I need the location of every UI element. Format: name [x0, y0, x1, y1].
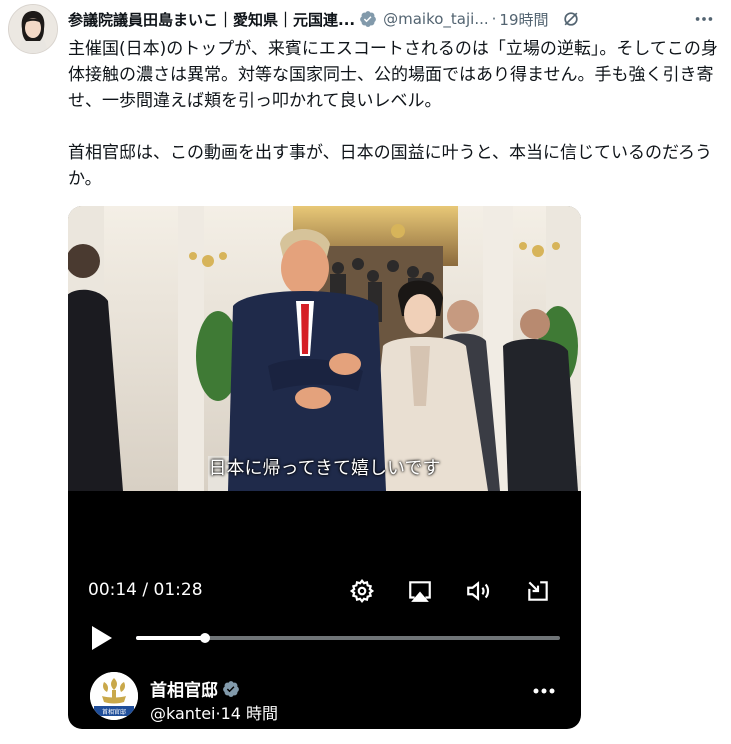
video-subtitle: 日本に帰ってきて嬉しいです [208, 458, 441, 479]
channel-handle[interactable]: @kantei [150, 704, 216, 723]
author-name[interactable]: 参議院議員田島まいこ｜愛知県｜元国連... [68, 9, 355, 30]
author-handle[interactable]: @maiko_taji... [383, 10, 489, 28]
duration: 01:28 [153, 580, 203, 600]
channel-verified-badge-icon [223, 680, 239, 697]
channel-name[interactable]: 首相官邸 [150, 676, 218, 701]
channel-meta: @kantei·14 時間 [150, 700, 278, 724]
channel-name-row: 首相官邸 [150, 676, 240, 701]
author-avatar[interactable] [8, 4, 58, 54]
play-icon[interactable] [90, 624, 114, 652]
settings-icon[interactable] [349, 578, 375, 604]
video-timecode: 00:14 / 01:28 [88, 580, 203, 600]
current-time: 00:14 [88, 580, 137, 600]
post-time[interactable]: 19時間 [499, 9, 548, 30]
grok-icon[interactable] [561, 9, 581, 29]
header-separator: · [491, 10, 497, 28]
more-options-icon[interactable] [693, 8, 715, 30]
verified-badge-icon [360, 11, 376, 27]
progress-scrubber[interactable] [200, 633, 211, 643]
volume-icon[interactable] [465, 578, 491, 604]
time-separator: / [137, 580, 154, 600]
channel-logo-caption: 首相官邸 [102, 708, 126, 716]
post-header: 参議院議員田島まいこ｜愛知県｜元国連... @maiko_taji... · 1… [68, 8, 721, 30]
channel-time: 14 時間 [220, 704, 279, 723]
channel-more-options-icon[interactable] [531, 680, 557, 702]
post-text: 主催国(日本)のトップが、来賓にエスコートされるのは「立場の逆転」。そしてこの身… [68, 39, 718, 189]
channel-avatar[interactable]: 首相官邸 [90, 672, 138, 720]
progress-bar[interactable] [136, 633, 560, 643]
airplay-icon[interactable] [407, 578, 433, 604]
video-frame[interactable] [68, 206, 581, 491]
pop-out-icon[interactable] [525, 578, 551, 604]
progress-fill [136, 636, 206, 640]
video-player[interactable]: 日本に帰ってきて嬉しいです 00:14 / 01:28 首相官邸 首相官邸 @k… [68, 206, 581, 729]
